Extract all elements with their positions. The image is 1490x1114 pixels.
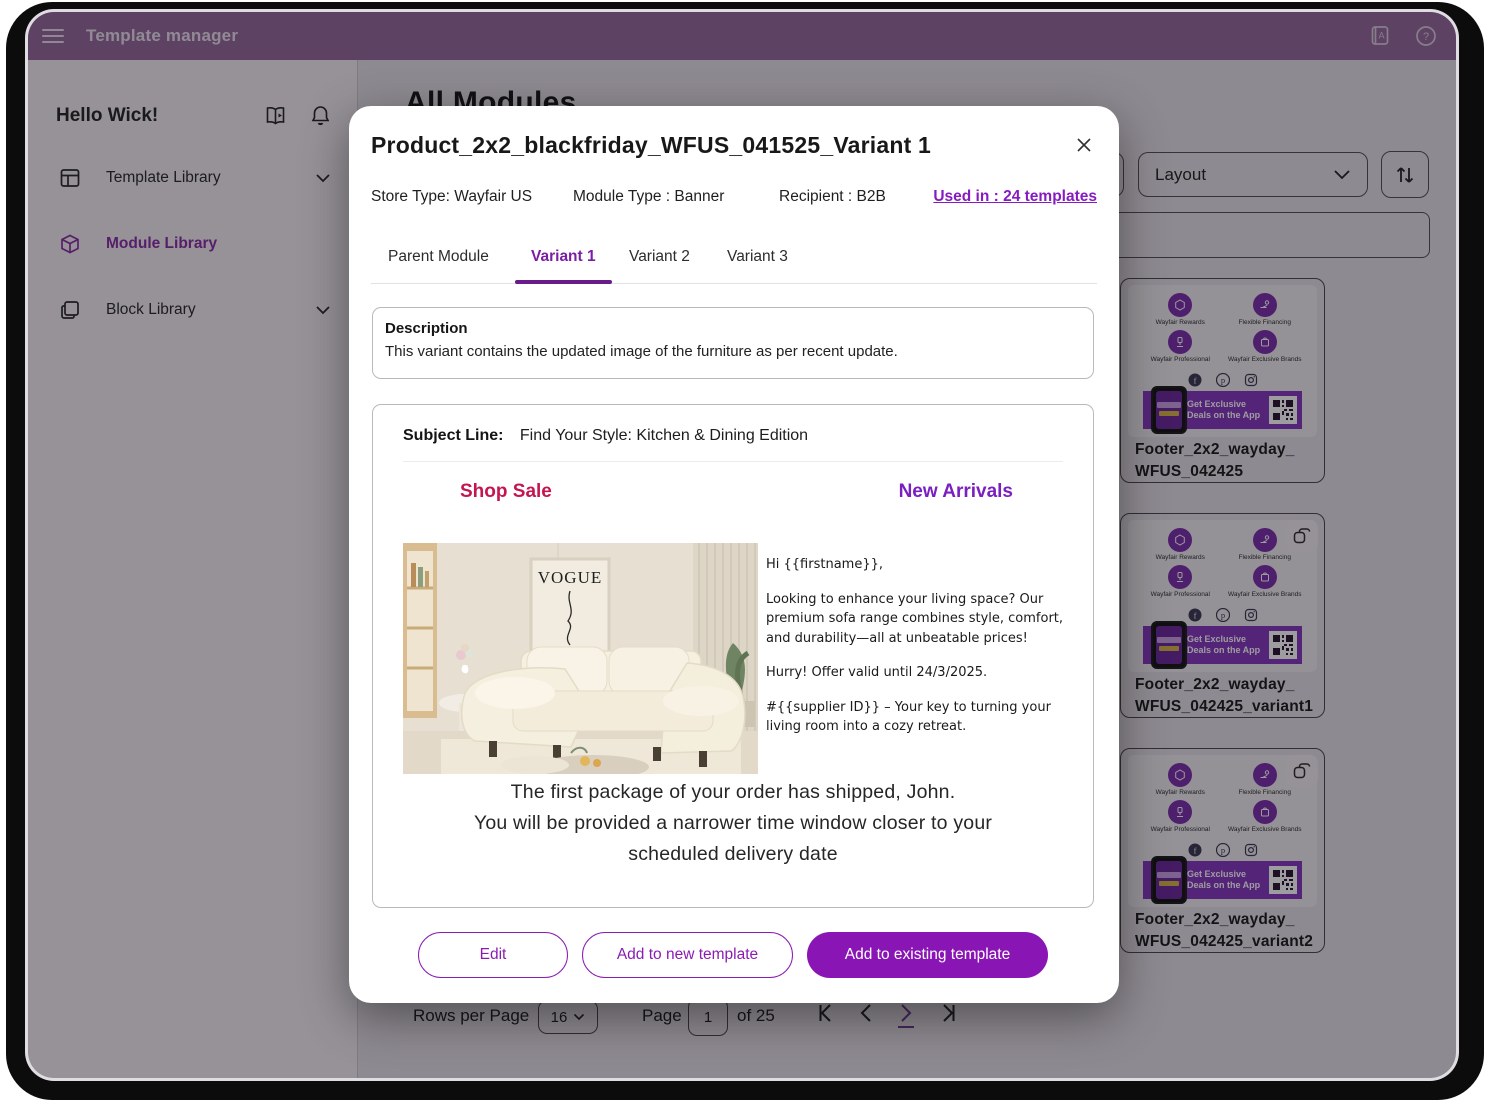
- subject-line-value: Find Your Style: Kitchen & Dining Editio…: [520, 427, 808, 444]
- edit-button[interactable]: Edit: [418, 932, 568, 978]
- subject-line-row: Subject Line: Find Your Style: Kitchen &…: [403, 427, 1063, 462]
- email-paragraph: Hi {{firstname}},: [766, 555, 1066, 575]
- email-paragraph: #{{supplier ID}} – Your key to turning y…: [766, 698, 1066, 737]
- modal-tabs: Parent Module Variant 1 Variant 2 Varian…: [371, 246, 1097, 284]
- module-type-value: Module Type : Banner: [573, 188, 724, 206]
- description-box: Description This variant contains the up…: [372, 307, 1094, 379]
- active-tab-underline: [515, 280, 612, 284]
- recipient-value: Recipient : B2B: [779, 188, 886, 206]
- tab-variant-3[interactable]: Variant 3: [727, 248, 788, 266]
- store-type-value: Store Type: Wayfair US: [371, 188, 532, 206]
- description-heading: Description: [385, 320, 1081, 337]
- tab-variant-1[interactable]: Variant 1: [531, 248, 596, 266]
- email-paragraph: Looking to enhance your living space? Ou…: [766, 590, 1066, 649]
- new-arrivals-link[interactable]: New Arrivals: [899, 481, 1013, 503]
- used-in-link[interactable]: Used in : 24 templates: [933, 188, 1097, 206]
- tab-variant-2[interactable]: Variant 2: [629, 248, 690, 266]
- description-text: This variant contains the updated image …: [385, 343, 1081, 360]
- tab-parent-module[interactable]: Parent Module: [388, 248, 489, 266]
- add-to-existing-template-button[interactable]: Add to existing template: [807, 932, 1048, 978]
- close-icon[interactable]: [1075, 136, 1093, 154]
- subject-line-label: Subject Line:: [403, 427, 503, 444]
- shipped-message: The first package of your order has ship…: [403, 777, 1063, 869]
- email-preview-box: Subject Line: Find Your Style: Kitchen &…: [372, 404, 1094, 908]
- screenshot-stage: Template manager A ? Hello Wick!: [0, 0, 1490, 1114]
- shop-sale-link[interactable]: Shop Sale: [460, 481, 552, 503]
- modal-title: Product_2x2_blackfriday_WFUS_041525_Vari…: [371, 132, 931, 159]
- add-to-new-template-button[interactable]: Add to new template: [582, 932, 793, 978]
- app-window: Template manager A ? Hello Wick!: [28, 12, 1456, 1078]
- modal-button-row: Edit Add to new template Add to existing…: [349, 932, 1119, 978]
- email-body-text: Hi {{firstname}}, Looking to enhance you…: [766, 555, 1066, 752]
- sofa-hero-image: VOGUE: [403, 543, 758, 774]
- email-paragraph: Hurry! Offer valid until 24/3/2025.: [766, 663, 1066, 683]
- poster-text: VOGUE: [538, 568, 603, 587]
- variant-detail-modal: Product_2x2_blackfriday_WFUS_041525_Vari…: [349, 106, 1119, 1003]
